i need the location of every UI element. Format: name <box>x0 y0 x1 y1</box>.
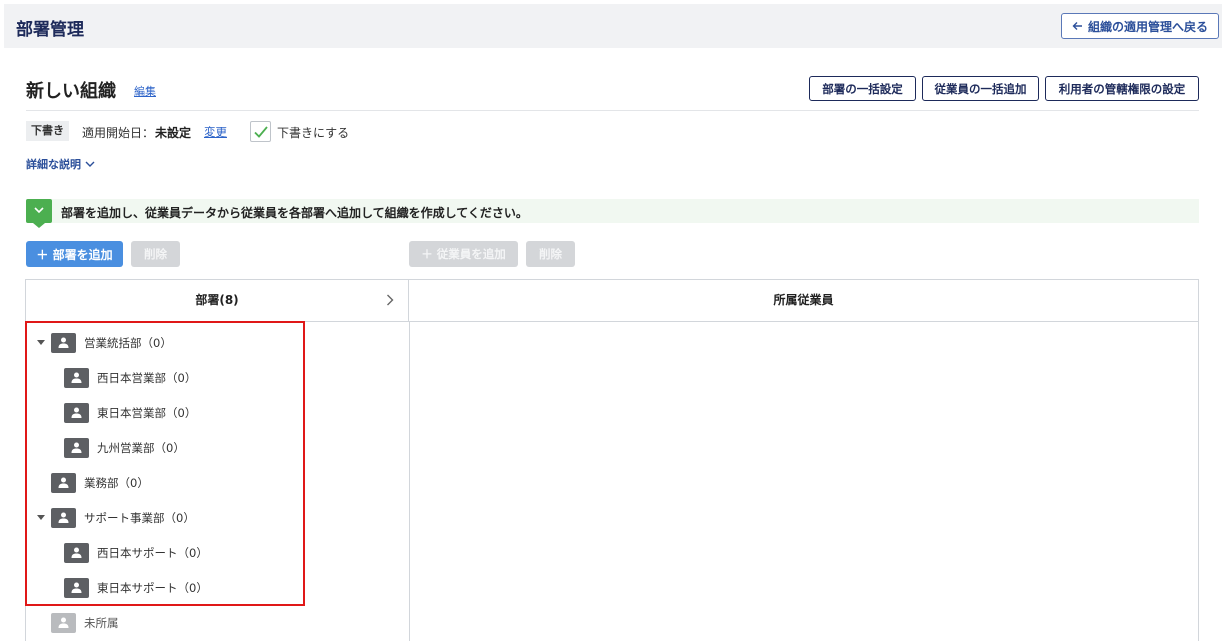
tree-item-label: 業務部（0） <box>84 476 149 490</box>
panel-divider <box>409 322 410 641</box>
info-banner: 部署を追加し、従業員データから従業員を各部署へ追加して組織を作成してください。 <box>26 199 1199 228</box>
departments-header: 部署(8) <box>26 280 409 322</box>
add-employee-label: 従業員を追加 <box>436 247 506 261</box>
tree-item[interactable]: 東日本営業部（0） <box>64 402 196 424</box>
departments-header-label: 部署(8) <box>195 293 239 307</box>
department-icon <box>51 333 76 353</box>
department-icon <box>64 438 89 458</box>
employees-header-label: 所属従業員 <box>773 293 834 307</box>
banner-chevron-icon[interactable] <box>26 199 52 228</box>
chevron-right-icon[interactable] <box>386 294 394 306</box>
chevron-down-icon <box>85 161 95 167</box>
tree-item-label: 未所属 <box>84 616 119 630</box>
person-icon <box>71 547 82 558</box>
delete-employee-button[interactable]: 削除 <box>526 241 575 267</box>
person-icon <box>58 617 69 628</box>
person-icon <box>71 442 82 453</box>
tree-item[interactable]: 西日本営業部（0） <box>64 367 196 389</box>
arrow-left-icon <box>1072 22 1082 30</box>
top-bar: 部署管理 組織の適用管理へ戻る <box>4 4 1222 48</box>
tree-item-label: 西日本サポート（0） <box>97 546 208 560</box>
status-badge: 下書き <box>26 121 69 141</box>
tree-item[interactable]: サポート事業部（0） <box>37 507 195 529</box>
tree-item-label: 営業統括部（0） <box>84 336 172 350</box>
back-to-org-management-button[interactable]: 組織の適用管理へ戻る <box>1060 13 1219 39</box>
department-icon <box>64 543 89 563</box>
person-icon <box>71 372 82 383</box>
tree-item[interactable]: 営業統括部（0） <box>37 332 172 354</box>
user-permission-button[interactable]: 利用者の管轄権限の設定 <box>1045 76 1199 101</box>
delete-department-button[interactable]: 削除 <box>131 241 180 267</box>
department-icon <box>51 613 76 633</box>
divider <box>26 110 1199 111</box>
page-title: 部署管理 <box>16 20 84 40</box>
back-button-label: 組織の適用管理へ戻る <box>1087 19 1208 34</box>
org-name: 新しい組織 <box>26 81 116 102</box>
details-toggle[interactable]: 詳細な説明 <box>26 156 95 172</box>
tree-item-label: 東日本営業部（0） <box>97 406 197 420</box>
add-department-label: 部署を追加 <box>52 247 113 262</box>
add-department-button[interactable]: ＋ 部署を追加 <box>26 241 123 267</box>
tree-item[interactable]: 西日本サポート（0） <box>64 542 208 564</box>
bulk-employee-button[interactable]: 従業員の一括追加 <box>922 76 1039 101</box>
tree-item-label: 九州営業部（0） <box>97 441 185 455</box>
department-icon <box>64 578 89 598</box>
caret-down-icon[interactable] <box>37 515 45 520</box>
employees-header: 所属従業員 <box>409 280 1198 322</box>
person-icon <box>58 512 69 523</box>
draft-checkbox[interactable] <box>250 121 271 142</box>
caret-down-icon[interactable] <box>37 340 45 345</box>
bulk-department-button[interactable]: 部署の一括設定 <box>809 76 916 101</box>
tree-item[interactable]: 九州営業部（0） <box>64 437 185 459</box>
edit-link[interactable]: 編集 <box>134 83 156 99</box>
person-icon <box>58 337 69 348</box>
tree-item-label: 東日本サポート（0） <box>97 581 208 595</box>
check-icon <box>254 126 268 138</box>
change-date-link[interactable]: 変更 <box>204 124 227 140</box>
person-icon <box>71 407 82 418</box>
banner-text: 部署を追加し、従業員データから従業員を各部署へ追加して組織を作成してください。 <box>61 206 528 220</box>
tree-item-label: サポート事業部（0） <box>84 511 195 525</box>
person-icon <box>58 477 69 488</box>
tree-item[interactable]: 業務部（0） <box>51 472 149 494</box>
department-icon <box>64 368 89 388</box>
department-icon <box>51 508 76 528</box>
department-icon <box>64 403 89 423</box>
add-employee-button[interactable]: ＋ 従業員を追加 <box>409 241 518 267</box>
draft-checkbox-label: 下書きにする <box>277 126 350 140</box>
person-icon <box>71 582 82 593</box>
chevron-down-icon <box>34 207 44 214</box>
tree-item-label: 西日本営業部（0） <box>97 371 197 385</box>
details-toggle-label: 詳細な説明 <box>26 158 81 171</box>
tree-item[interactable]: 東日本サポート（0） <box>64 577 208 599</box>
tree-item-unassigned[interactable]: 未所属 <box>51 612 119 634</box>
apply-date-label: 適用開始日： <box>82 126 155 140</box>
department-icon <box>51 473 76 493</box>
apply-date-value: 未設定 <box>155 126 192 140</box>
